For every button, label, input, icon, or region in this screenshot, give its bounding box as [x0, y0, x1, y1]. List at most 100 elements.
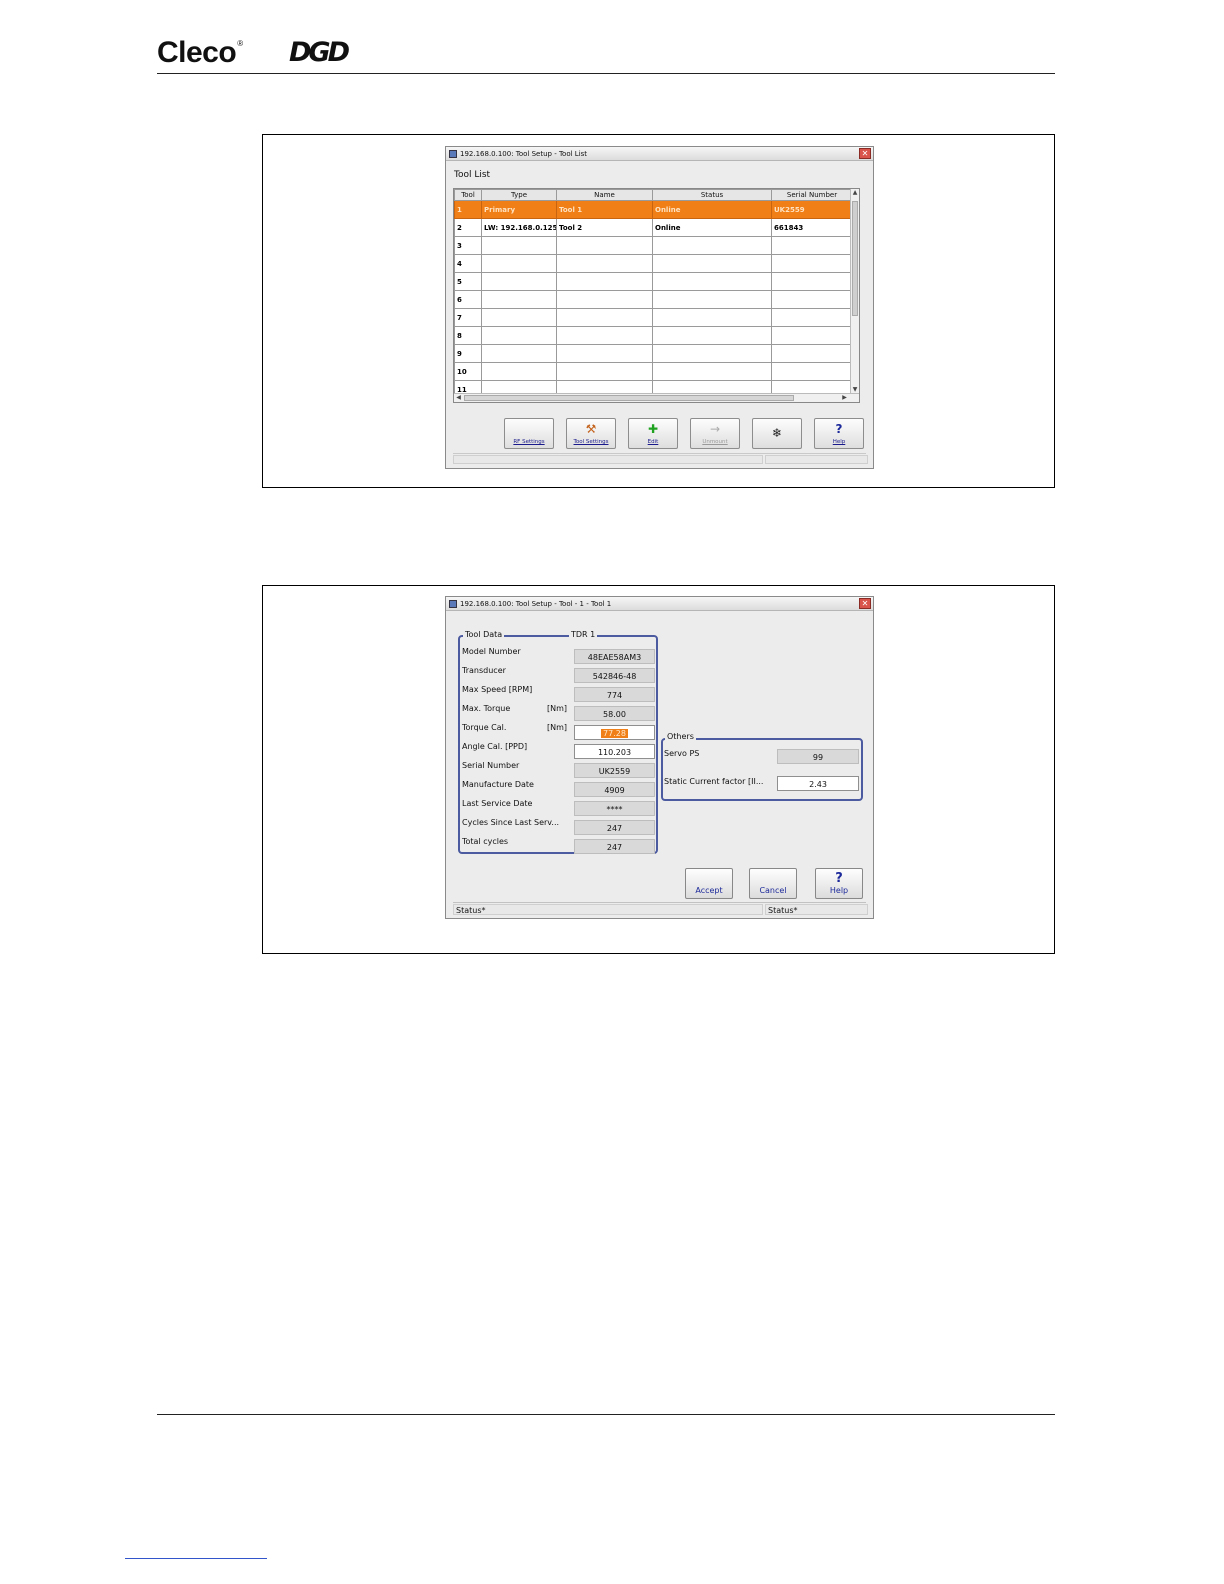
column-header-status[interactable]: Status	[652, 189, 772, 201]
cell-serial[interactable]	[771, 326, 853, 345]
cell-serial[interactable]	[771, 308, 853, 327]
scroll-up-icon[interactable]: ▲	[851, 189, 859, 197]
cell-serial[interactable]	[771, 344, 853, 363]
cell-status[interactable]	[652, 308, 772, 327]
table-row[interactable]: 3	[454, 236, 853, 255]
servo-ps-field: 99	[777, 749, 859, 764]
help-button[interactable]: ? Help	[815, 868, 863, 899]
table-row[interactable]: 4	[454, 254, 853, 273]
cell-tool[interactable]: 9	[454, 344, 482, 363]
table-row[interactable]: 2 LW: 192.168.0.125 Tool 2 Online 661843	[454, 218, 853, 237]
field-value: ****	[574, 801, 655, 816]
cell-tool[interactable]: 2	[454, 218, 482, 237]
table-row[interactable]: 10	[454, 362, 853, 381]
cell-type[interactable]	[481, 272, 557, 291]
cell-type[interactable]	[481, 236, 557, 255]
cell-tool[interactable]: 8	[454, 326, 482, 345]
tool-id-label: TDR 1	[569, 630, 598, 639]
field-label: Serial Number	[462, 761, 520, 770]
column-header-type[interactable]: Type	[481, 189, 557, 201]
column-header-tool[interactable]: Tool	[454, 189, 482, 201]
snowflake-button[interactable]: ❄	[752, 418, 802, 449]
unmount-button[interactable]: → Unmount	[690, 418, 740, 449]
window-titlebar[interactable]: 192.168.0.100: Tool Setup - Tool - 1 - T…	[446, 597, 873, 611]
cell-status[interactable]	[652, 344, 772, 363]
accept-button[interactable]: Accept	[685, 868, 733, 899]
help-button[interactable]: ? Help	[814, 418, 864, 449]
cell-status[interactable]	[652, 254, 772, 273]
cell-status[interactable]	[652, 326, 772, 345]
table-row[interactable]: 1 Primary Tool 1 Online UK2559	[454, 200, 853, 219]
window-title: 192.168.0.100: Tool Setup - Tool - 1 - T…	[460, 600, 612, 608]
edit-button[interactable]: ✚ Edit	[628, 418, 678, 449]
cell-serial[interactable]	[771, 254, 853, 273]
cell-status[interactable]: Online	[652, 218, 772, 237]
horizontal-scrollbar[interactable]: ◀ ▶	[454, 393, 859, 402]
vertical-scrollbar[interactable]: ▲ ▼	[850, 189, 859, 394]
table-row[interactable]: 5	[454, 272, 853, 291]
cell-tool[interactable]: 4	[454, 254, 482, 273]
static-current-factor-input[interactable]: 2.43	[777, 776, 859, 791]
field-input[interactable]: 110.203	[574, 744, 655, 759]
footer-rule	[157, 1414, 1055, 1415]
cancel-button[interactable]: Cancel	[749, 868, 797, 899]
close-icon[interactable]: ✕	[859, 598, 871, 609]
cell-name[interactable]: Tool 1	[556, 200, 653, 219]
cell-status[interactable]	[652, 236, 772, 255]
cell-serial[interactable]	[771, 236, 853, 255]
field-input[interactable]: 77.28	[574, 725, 655, 740]
field-value: 542846-48	[574, 668, 655, 683]
cell-tool[interactable]: 7	[454, 308, 482, 327]
cell-type[interactable]	[481, 290, 557, 309]
tool-table: Tool Type Name Status Serial Number 1 Pri…	[454, 189, 853, 399]
column-header-name[interactable]: Name	[556, 189, 653, 201]
cell-name[interactable]	[556, 344, 653, 363]
cell-type[interactable]	[481, 308, 557, 327]
scroll-right-icon[interactable]: ▶	[840, 394, 849, 402]
cell-serial[interactable]	[771, 272, 853, 291]
cell-status[interactable]	[652, 290, 772, 309]
cell-serial[interactable]: UK2559	[771, 200, 853, 219]
cell-serial[interactable]	[771, 362, 853, 381]
cell-name[interactable]	[556, 308, 653, 327]
rf-settings-button[interactable]: RF Settings	[504, 418, 554, 449]
window-titlebar[interactable]: 192.168.0.100: Tool Setup - Tool List ✕	[446, 147, 873, 161]
cell-name[interactable]	[556, 236, 653, 255]
cell-type[interactable]: Primary	[481, 200, 557, 219]
cell-type[interactable]	[481, 254, 557, 273]
cell-name[interactable]	[556, 254, 653, 273]
arrow-right-icon: →	[709, 422, 721, 436]
scroll-thumb[interactable]	[852, 201, 858, 316]
cell-name[interactable]: Tool 2	[556, 218, 653, 237]
cell-tool[interactable]: 3	[454, 236, 482, 255]
tool-settings-button[interactable]: ⚒ Tool Settings	[566, 418, 616, 449]
table-row[interactable]: 6	[454, 290, 853, 309]
close-icon[interactable]: ✕	[859, 148, 871, 159]
cell-status[interactable]: Online	[652, 200, 772, 219]
cell-type[interactable]	[481, 344, 557, 363]
table-row[interactable]: 7	[454, 308, 853, 327]
cell-tool[interactable]: 10	[454, 362, 482, 381]
cell-status[interactable]	[652, 272, 772, 291]
cell-name[interactable]	[556, 326, 653, 345]
scroll-thumb[interactable]	[464, 395, 794, 401]
field-unit: [Nm]	[547, 704, 568, 713]
cell-status[interactable]	[652, 362, 772, 381]
cell-name[interactable]	[556, 362, 653, 381]
cell-name[interactable]	[556, 272, 653, 291]
cell-tool[interactable]: 5	[454, 272, 482, 291]
cell-tool[interactable]: 6	[454, 290, 482, 309]
field-label: Last Service Date	[462, 799, 533, 808]
cell-serial[interactable]	[771, 290, 853, 309]
cell-type[interactable]	[481, 362, 557, 381]
cell-tool[interactable]: 1	[454, 200, 482, 219]
table-row[interactable]: 9	[454, 344, 853, 363]
cell-serial[interactable]: 661843	[771, 218, 853, 237]
cell-type[interactable]	[481, 326, 557, 345]
cell-type[interactable]: LW: 192.168.0.125	[481, 218, 557, 237]
scroll-left-icon[interactable]: ◀	[454, 394, 463, 402]
tool-settings-label: Tool Settings	[573, 439, 609, 445]
column-header-serial-number[interactable]: Serial Number	[771, 189, 853, 201]
cell-name[interactable]	[556, 290, 653, 309]
table-row[interactable]: 8	[454, 326, 853, 345]
